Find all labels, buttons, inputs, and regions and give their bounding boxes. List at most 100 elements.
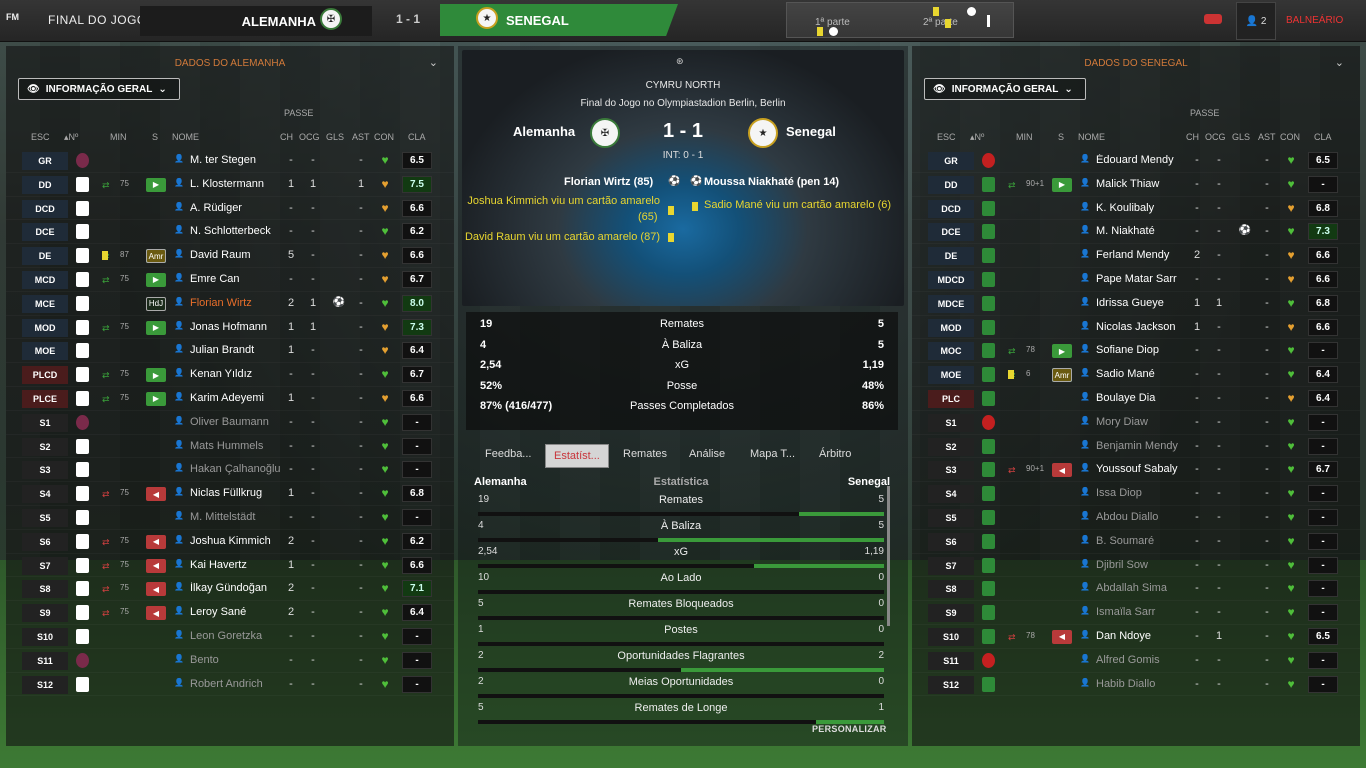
player-name[interactable]: L. Klostermann	[190, 178, 282, 190]
col-number[interactable]: ▴Nº	[64, 132, 78, 143]
dressing-room-button[interactable]: BALNEÁRIO	[1286, 15, 1343, 26]
col-gls[interactable]: GLS	[1232, 132, 1250, 142]
player-name[interactable]: Florian Wirtz	[190, 297, 282, 309]
player-name[interactable]: Robert Andrich	[190, 678, 282, 690]
player-row[interactable]: MCD ⇄ 75 ▶ 👤 Emre Can - - - ♥ 6.7	[6, 268, 454, 292]
tab-map[interactable]: Mapa T...	[750, 448, 795, 460]
player-name[interactable]: Ismaïla Sarr	[1096, 606, 1188, 618]
col-min[interactable]: MIN	[1016, 132, 1033, 142]
player-name[interactable]: Mory Diaw	[1096, 416, 1188, 428]
player-name[interactable]: Issa Diop	[1096, 487, 1188, 499]
col-esc[interactable]: ESC	[31, 132, 50, 142]
player-row[interactable]: PLCD ⇄ 75 ▶ 👤 Kenan Yıldız - - - ♥ 6.7	[6, 363, 454, 387]
player-name[interactable]: Kenan Yıldız	[190, 368, 282, 380]
player-name[interactable]: Joshua Kimmich	[190, 535, 282, 547]
player-name[interactable]: Boulaye Dia	[1096, 392, 1188, 404]
player-row[interactable]: MDCE 👤 Idrissa Gueye 1 1 - ♥ 6.8	[912, 292, 1360, 316]
player-row[interactable]: MDCD 👤 Pape Matar Sarr - - - ♥ 6.6	[912, 268, 1360, 292]
col-name[interactable]: NOME	[1078, 132, 1105, 142]
subbed-out-button[interactable]: ▶	[146, 272, 166, 287]
subbed-in-button[interactable]: ◀	[146, 606, 166, 621]
player-name[interactable]: N. Schlotterbeck	[190, 225, 282, 237]
subbed-out-button[interactable]: ▶	[146, 177, 166, 192]
player-row[interactable]: S11 👤 Bento - - - ♥ -	[6, 649, 454, 673]
tab-referee[interactable]: Árbitro	[819, 448, 851, 460]
tab-shots[interactable]: Remates	[623, 448, 667, 460]
player-row[interactable]: S11 👤 Alfred Gomis - - - ♥ -	[912, 649, 1360, 673]
player-name[interactable]: Abdou Diallo	[1096, 511, 1188, 523]
subbed-out-button[interactable]: ▶	[1052, 344, 1072, 359]
player-row[interactable]: S2 👤 Benjamin Mendy - - - ♥ -	[912, 435, 1360, 459]
player-name[interactable]: Niclas Füllkrug	[190, 487, 282, 499]
chevron-down-icon[interactable]: ⌄	[1335, 56, 1344, 69]
player-row[interactable]: S5 👤 Abdou Diallo - - - ♥ -	[912, 506, 1360, 530]
player-row[interactable]: DCD 👤 A. Rüdiger - - - ♥ 6.6	[6, 197, 454, 221]
subbed-in-button[interactable]: ◀	[1052, 463, 1072, 478]
home-info-select[interactable]: 👁 INFORMAÇÃO GERAL ⌄	[18, 78, 180, 100]
col-ch[interactable]: CH	[1186, 132, 1199, 142]
tab-statistics[interactable]: Estatíst...	[545, 444, 609, 468]
player-row[interactable]: S6 ⇄ 75 ◀ 👤 Joshua Kimmich 2 - - ♥ 6.2	[6, 530, 454, 554]
chevron-down-icon[interactable]: ⌄	[429, 56, 438, 69]
player-row[interactable]: GR 👤 Édouard Mendy - - - ♥ 6.5	[912, 149, 1360, 173]
player-row[interactable]: S7 ⇄ 75 ◀ 👤 Kai Havertz 1 - - ♥ 6.6	[6, 554, 454, 578]
player-name[interactable]: Idrissa Gueye	[1096, 297, 1188, 309]
player-name[interactable]: Pape Matar Sarr	[1096, 273, 1188, 285]
player-row[interactable]: DD ⇄ 75 ▶ 👤 L. Klostermann 1 1 1 ♥ 7.5	[6, 173, 454, 197]
tab-analysis[interactable]: Análise	[689, 448, 725, 460]
player-name[interactable]: Djibril Sow	[1096, 559, 1188, 571]
subbed-in-button[interactable]: ◀	[146, 558, 166, 573]
match-timeline[interactable]: 1ª parte 2ª parte	[786, 2, 1014, 38]
player-row[interactable]: MOC ⇄ 78 ▶ 👤 Sofiane Diop - - - ♥ -	[912, 339, 1360, 363]
player-row[interactable]: S10 👤 Leon Goretzka - - - ♥ -	[6, 625, 454, 649]
player-row[interactable]: PLC 👤 Boulaye Dia - - - ♥ 6.4	[912, 387, 1360, 411]
col-min[interactable]: MIN	[110, 132, 127, 142]
player-name[interactable]: M. Mittelstädt	[190, 511, 282, 523]
player-row[interactable]: S8 ⇄ 75 ◀ 👤 İlkay Gündoğan 2 - - ♥ 7.1	[6, 577, 454, 601]
player-name[interactable]: Benjamin Mendy	[1096, 440, 1188, 452]
col-gls[interactable]: GLS	[326, 132, 344, 142]
player-row[interactable]: S3 👤 Hakan Çalhanoğlu - - - ♥ -	[6, 458, 454, 482]
player-name[interactable]: Jonas Hofmann	[190, 321, 282, 333]
player-name[interactable]: Bento	[190, 654, 282, 666]
away-info-select[interactable]: 👁 INFORMAÇÃO GERAL ⌄	[924, 78, 1086, 100]
player-name[interactable]: İlkay Gündoğan	[190, 582, 282, 594]
player-row[interactable]: DD ⇄ 90+1 ▶ 👤 Malick Thiaw - - - ♥ -	[912, 173, 1360, 197]
player-name[interactable]: K. Koulibaly	[1096, 202, 1188, 214]
col-sub[interactable]: S	[152, 132, 158, 142]
home-team-banner[interactable]: ALEMANHA ✠	[140, 6, 372, 36]
player-name[interactable]: David Raum	[190, 249, 282, 261]
player-row[interactable]: MOD ⇄ 75 ▶ 👤 Jonas Hofmann 1 1 - ♥ 7.3	[6, 316, 454, 340]
player-name[interactable]: Leroy Sané	[190, 606, 282, 618]
player-name[interactable]: Habib Diallo	[1096, 678, 1188, 690]
subbed-in-button[interactable]: ◀	[146, 487, 166, 502]
player-name[interactable]: M. ter Stegen	[190, 154, 282, 166]
player-row[interactable]: S6 👤 B. Soumaré - - - ♥ -	[912, 530, 1360, 554]
player-name[interactable]: Hakan Çalhanoğlu	[190, 463, 282, 475]
player-name[interactable]: Mats Hummels	[190, 440, 282, 452]
player-row[interactable]: DCE 👤 M. Niakhaté - - ⚽ - ♥ 7.3	[912, 220, 1360, 244]
col-con[interactable]: CON	[374, 132, 394, 142]
player-name[interactable]: M. Niakhaté	[1096, 225, 1188, 237]
people-button[interactable]: 👤 2	[1236, 2, 1276, 40]
player-name[interactable]: Sadio Mané	[1096, 368, 1188, 380]
player-row[interactable]: S10 ⇄ 78 ◀ 👤 Dan Ndoye -1- ♥ 6.5	[912, 625, 1360, 649]
player-name[interactable]: Youssouf Sabaly	[1096, 463, 1188, 475]
player-name[interactable]: Sofiane Diop	[1096, 344, 1188, 356]
customize-button[interactable]: PERSONALIZAR	[812, 724, 887, 734]
col-name[interactable]: NOME	[172, 132, 199, 142]
player-row[interactable]: S1 👤 Mory Diaw - - - ♥ -	[912, 411, 1360, 435]
subbed-in-button[interactable]: ◀	[146, 534, 166, 549]
player-name[interactable]: Dan Ndoye	[1096, 630, 1188, 642]
col-cla[interactable]: CLA	[408, 132, 426, 142]
col-cla[interactable]: CLA	[1314, 132, 1332, 142]
away-team-banner[interactable]: ★ SENEGAL	[440, 4, 678, 36]
subbed-out-button[interactable]: ▶	[1052, 177, 1072, 192]
player-row[interactable]: S4 ⇄ 75 ◀ 👤 Niclas Füllkrug 1 - - ♥ 6.8	[6, 482, 454, 506]
player-row[interactable]: S9 👤 Ismaïla Sarr - - - ♥ -	[912, 601, 1360, 625]
player-row[interactable]: S1 👤 Oliver Baumann - - - ♥ -	[6, 411, 454, 435]
col-ocg[interactable]: OCG	[1205, 132, 1226, 142]
player-name[interactable]: Julian Brandt	[190, 344, 282, 356]
player-name[interactable]: Ferland Mendy	[1096, 249, 1188, 261]
col-ast[interactable]: AST	[352, 132, 370, 142]
